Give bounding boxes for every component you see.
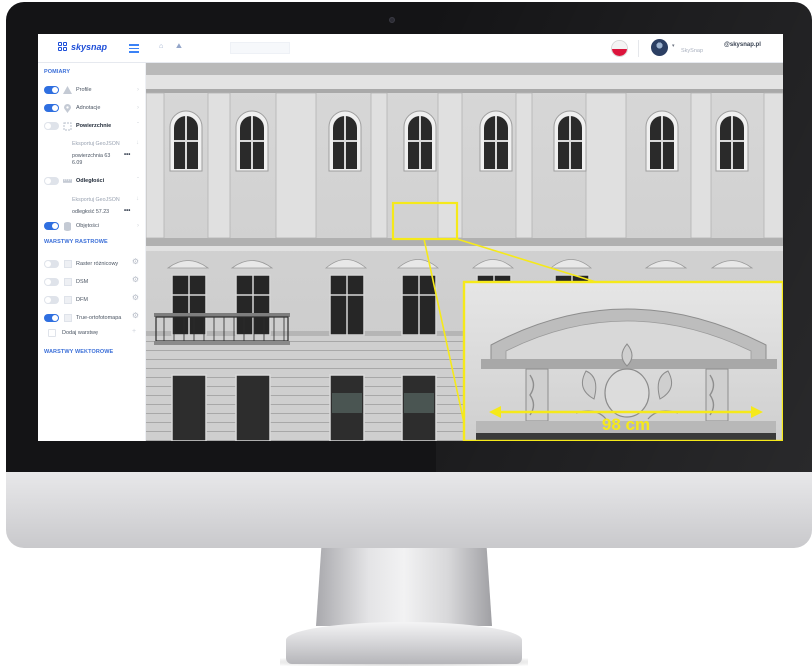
measurement-label: 98 cm <box>602 415 650 434</box>
sidebar-item-distances[interactable]: Odległości <box>44 175 104 187</box>
chevron-down-icon[interactable]: ˇ <box>137 123 139 129</box>
toggle-volumes[interactable] <box>44 222 59 230</box>
webcam <box>389 17 395 23</box>
more-options-icon[interactable]: ••• <box>124 152 130 158</box>
layer-square-icon <box>63 260 72 269</box>
layer-square-icon <box>63 314 72 323</box>
map-icon[interactable]: ⛰ <box>176 43 182 51</box>
ruler-icon <box>63 177 72 186</box>
avatar[interactable] <box>651 39 668 56</box>
top-bar: skysnap ⌂ ⛰ ▾ SkySnap @skysnap.pl <box>38 34 783 63</box>
section-title-measurements: POMIARY <box>44 69 71 75</box>
toggle-profile[interactable] <box>44 86 59 94</box>
sidebar-item-label: Objętości <box>76 223 99 229</box>
download-icon[interactable]: ↓ <box>136 196 139 202</box>
cylinder-icon <box>63 221 72 231</box>
export-geojson-areas-link[interactable]: Eksportuj GeoJSON <box>72 141 120 147</box>
chevron-down-icon[interactable]: ˇ <box>137 178 139 184</box>
sidebar-item-label: Profile <box>76 87 92 93</box>
sidebar-item-label: Odległości <box>76 178 105 184</box>
monitor-stand-base <box>286 622 522 664</box>
monitor-stand-neck <box>316 548 492 626</box>
plus-icon[interactable]: + <box>132 328 136 335</box>
layer-item-dfm[interactable]: DFM <box>44 294 88 306</box>
map-pin-icon <box>63 103 72 113</box>
layer-item-true-ortho[interactable]: True-ortofotomapa <box>44 312 121 324</box>
chevron-right-icon[interactable]: › <box>137 105 139 111</box>
building-facade-image: 98 cm <box>146 63 783 441</box>
triangle-profile-icon <box>63 86 72 95</box>
monitor-chin <box>6 472 812 548</box>
divider <box>638 40 639 57</box>
layer-square-icon <box>63 296 72 305</box>
add-layer-square-icon <box>48 329 56 337</box>
sidebar-item-label: Powierzchnie <box>76 123 112 129</box>
section-title-vector-layers: WARSTWY WEKTOROWE <box>44 349 114 355</box>
imac-mockup: skysnap ⌂ ⛰ ▾ SkySnap @skysnap.pl POMIAR… <box>0 0 812 669</box>
area-measurement-value[interactable]: powierzchnia 63 6.09 <box>72 153 110 167</box>
language-flag-pl-icon[interactable] <box>611 40 628 57</box>
gear-icon[interactable]: ⚙ <box>132 311 139 320</box>
distance-measurement-value[interactable]: odległość 57.23 <box>72 209 109 216</box>
sidebar-item-profile[interactable]: Profile <box>44 84 92 96</box>
app-screen: skysnap ⌂ ⛰ ▾ SkySnap @skysnap.pl POMIAR… <box>38 34 783 441</box>
user-name: SkySnap <box>681 48 704 54</box>
toggle-dsm[interactable] <box>44 278 59 286</box>
chevron-down-icon[interactable]: ▾ <box>672 43 675 49</box>
toggle-true-ortho[interactable] <box>44 314 59 322</box>
more-options-icon[interactable]: ••• <box>124 208 130 214</box>
toggle-distances[interactable] <box>44 177 59 185</box>
layer-label: DSM <box>76 279 89 285</box>
sidebar-item-label: Adnotacje <box>76 105 101 111</box>
toggle-annotations[interactable] <box>44 104 59 112</box>
layer-label: DFM <box>76 297 88 303</box>
sidebar-item-areas[interactable]: Powierzchnie <box>44 120 111 132</box>
search-input[interactable] <box>230 42 290 54</box>
export-geojson-distances-link[interactable]: Eksportuj GeoJSON <box>72 197 120 203</box>
logo-text: skysnap <box>71 42 108 52</box>
toggle-areas[interactable] <box>44 122 59 130</box>
orthophoto-viewer[interactable]: 98 cm <box>146 63 783 441</box>
add-layer-button[interactable]: Dodaj warstwę <box>48 329 98 337</box>
sidebar: POMIARY Profile › Adnotacje › Powierzchn… <box>38 63 146 441</box>
chevron-right-icon[interactable]: › <box>137 87 139 93</box>
app-logo[interactable]: skysnap <box>58 42 107 52</box>
layer-item-raster-diff[interactable]: Raster różnicowy <box>44 258 118 270</box>
layer-label: True-ortofotomapa <box>76 315 122 321</box>
home-icon[interactable]: ⌂ <box>159 43 163 50</box>
layer-square-icon <box>63 278 72 287</box>
section-title-raster-layers: WARSTWY RASTROWE <box>44 239 108 245</box>
toggle-raster-diff[interactable] <box>44 260 59 268</box>
layer-label: Raster różnicowy <box>76 261 119 267</box>
chevron-right-icon[interactable]: › <box>137 223 139 229</box>
download-icon[interactable]: ↓ <box>136 140 139 146</box>
gear-icon[interactable]: ⚙ <box>132 257 139 266</box>
area-frame-icon <box>63 121 72 131</box>
sidebar-item-volumes[interactable]: Objętości <box>44 220 99 232</box>
gear-icon[interactable]: ⚙ <box>132 293 139 302</box>
sidebar-item-annotations[interactable]: Adnotacje <box>44 102 100 114</box>
gear-icon[interactable]: ⚙ <box>132 275 139 284</box>
hamburger-menu-icon[interactable] <box>129 44 139 53</box>
layer-item-dsm[interactable]: DSM <box>44 276 88 288</box>
logo-grid-icon <box>58 42 68 52</box>
toggle-dfm[interactable] <box>44 296 59 304</box>
user-email[interactable]: @skysnap.pl <box>724 42 761 48</box>
